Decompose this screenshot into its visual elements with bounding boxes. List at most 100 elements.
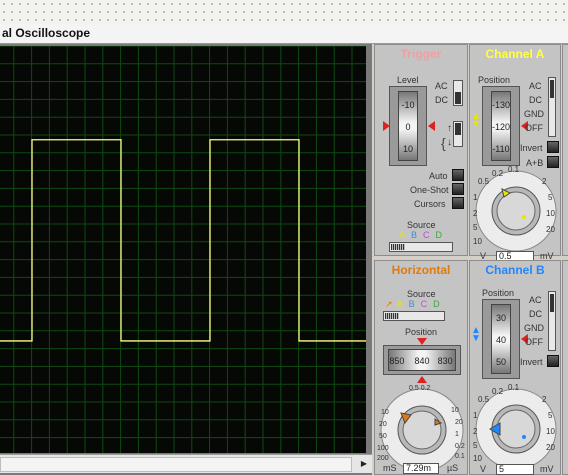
channel-b-scale-tick: 10 <box>473 454 482 463</box>
channel-b-scale-tick: 10 <box>546 427 555 436</box>
channel-b-off-label: OFF <box>525 337 543 347</box>
source-a: A <box>396 299 403 309</box>
channel-b-scale-tick: 2 <box>473 427 478 436</box>
time-tick: 0.2 <box>455 443 465 450</box>
channel-a-scale-tick: 0.5 <box>478 177 490 186</box>
horizontal-marker-top-icon <box>417 338 427 345</box>
channel-a-title: Channel A <box>485 47 545 61</box>
channel-b-position-drum[interactable]: 30 40 50 <box>482 299 520 379</box>
channel-a-position-drum[interactable]: -130 -120 -110 <box>482 86 520 166</box>
scrollbar-thumb[interactable] <box>0 457 352 472</box>
trigger-title: Trigger <box>400 47 442 61</box>
time-tick: 0.2 <box>420 385 431 392</box>
level-tick: 0 <box>405 122 411 132</box>
channel-b-panel: Channel B Position 30 40 50 ▲ ▼ AC DC GND… <box>469 260 561 475</box>
channel-a-position-label: Position <box>478 75 511 85</box>
source-b: B <box>408 299 415 309</box>
horizontal-scrollbar[interactable]: ▶ <box>0 454 372 473</box>
horizontal-panel: Horizontal Source ↗ A B C D Position 850 840… <box>374 260 468 475</box>
level-label: Level <box>397 75 419 85</box>
channel-a-scale-tick: 0.1 <box>508 165 520 174</box>
source-d: D <box>433 299 440 309</box>
channel-b-scale-tick: 5 <box>473 441 478 450</box>
horizontal-marker-bottom-icon <box>417 376 427 383</box>
auto-label: Auto <box>429 171 448 181</box>
time-tick: 20 <box>455 419 463 426</box>
channel-a-scale-tick: 5 <box>548 193 553 202</box>
trigger-panel: Trigger Level -10 0 10 AC DC { ↑ ↓ Auto … <box>374 44 468 256</box>
trigger-dc-label: DC <box>435 95 448 105</box>
trigger-source-slider[interactable] <box>389 242 453 252</box>
source-c: C <box>423 230 430 240</box>
auto-button[interactable] <box>452 169 464 181</box>
trigger-source-label: Source <box>407 220 436 230</box>
position-tick: -110 <box>492 144 510 154</box>
trigger-source-letters: ABCD <box>399 230 442 240</box>
one-shot-button[interactable] <box>452 183 464 195</box>
horizontal-title: Horizontal <box>391 263 451 277</box>
channel-b-scale-tick: 0.1 <box>508 383 520 392</box>
channel-a-scale-tick: 20 <box>546 225 555 234</box>
channel-b-invert-label: Invert <box>520 357 543 367</box>
source-c: C <box>420 299 428 309</box>
channel-b-scale-tick: 5 <box>548 411 553 420</box>
horizontal-position-drum[interactable]: 850 840 830 <box>383 345 461 375</box>
channel-b-dc-label: DC <box>529 309 542 319</box>
channel-b-scale-tick: 2 <box>542 395 547 404</box>
time-tick: 0.5 <box>409 385 419 392</box>
time-tick: 200 <box>377 455 389 462</box>
a-plus-b-label: A+B <box>526 158 544 168</box>
channel-a-scale-tick: 5 <box>473 223 478 232</box>
time-tick: 50 <box>379 433 387 440</box>
position-tick: 840 <box>414 356 430 366</box>
falling-edge-icon: ↓ <box>447 137 452 148</box>
horizontal-source-letters: ↗ A B C D <box>385 299 440 310</box>
channel-a-scale-tick: 1 <box>473 193 478 202</box>
channel-a-dc-label: DC <box>529 95 542 105</box>
channel-b-value-field[interactable]: 5 <box>496 464 534 475</box>
trigger-edge-switch[interactable] <box>453 121 463 147</box>
source-a: A <box>399 230 406 240</box>
channel-b-coupling-switch[interactable] <box>548 291 556 351</box>
channel-b-unit-left: V <box>480 464 487 474</box>
edge-brace-icon: { <box>441 135 446 151</box>
time-tick: 1 <box>455 431 459 438</box>
trigger-level-drum[interactable]: -10 0 10 <box>389 86 427 166</box>
scroll-right-icon[interactable]: ▶ <box>358 457 370 470</box>
position-tick: -130 <box>492 100 511 110</box>
source-b: B <box>411 230 418 240</box>
cursors-label: Cursors <box>414 199 446 209</box>
horizontal-source-slider[interactable] <box>383 311 445 321</box>
channel-a-invert-button[interactable] <box>547 141 559 153</box>
a-plus-b-button[interactable] <box>547 156 559 168</box>
cursors-button[interactable] <box>452 197 464 209</box>
horizontal-position-label: Position <box>405 327 438 337</box>
channel-a-invert-label: Invert <box>520 143 543 153</box>
one-shot-label: One-Shot <box>410 185 449 195</box>
title-bar[interactable]: al Oscilloscope <box>0 24 568 44</box>
channel-d-panel-edge <box>562 260 568 475</box>
time-tick: 10 <box>381 409 389 416</box>
scope-screen: ▶ <box>0 44 372 475</box>
channel-a-scale-tick: 2 <box>473 209 478 218</box>
channel-a-gnd-label: GND <box>524 109 544 119</box>
position-tick: 850 <box>389 356 405 366</box>
channel-c-panel-edge <box>562 44 568 256</box>
horizontal-unit-right: µS <box>447 463 459 473</box>
channel-a-ac-label: AC <box>529 81 542 91</box>
channel-b-invert-button[interactable] <box>547 355 559 367</box>
channel-a-scale-tick: 10 <box>473 237 482 246</box>
channel-b-ac-label: AC <box>529 295 542 305</box>
source-d: D <box>435 230 443 240</box>
level-marker-left-icon <box>383 121 390 131</box>
position-tick: 30 <box>495 313 506 323</box>
horizontal-unit-left: mS <box>383 463 397 473</box>
horizontal-time-knob[interactable] <box>379 387 465 473</box>
scope-display <box>0 46 366 453</box>
time-tick: 20 <box>379 421 387 428</box>
horizontal-value-field[interactable]: 7.29m <box>403 463 439 474</box>
channel-a-scale-tick: 10 <box>546 209 555 218</box>
ramp-icon: ↗ <box>385 299 393 309</box>
trigger-coupling-switch[interactable] <box>453 80 463 106</box>
channel-a-coupling-switch[interactable] <box>548 77 556 137</box>
